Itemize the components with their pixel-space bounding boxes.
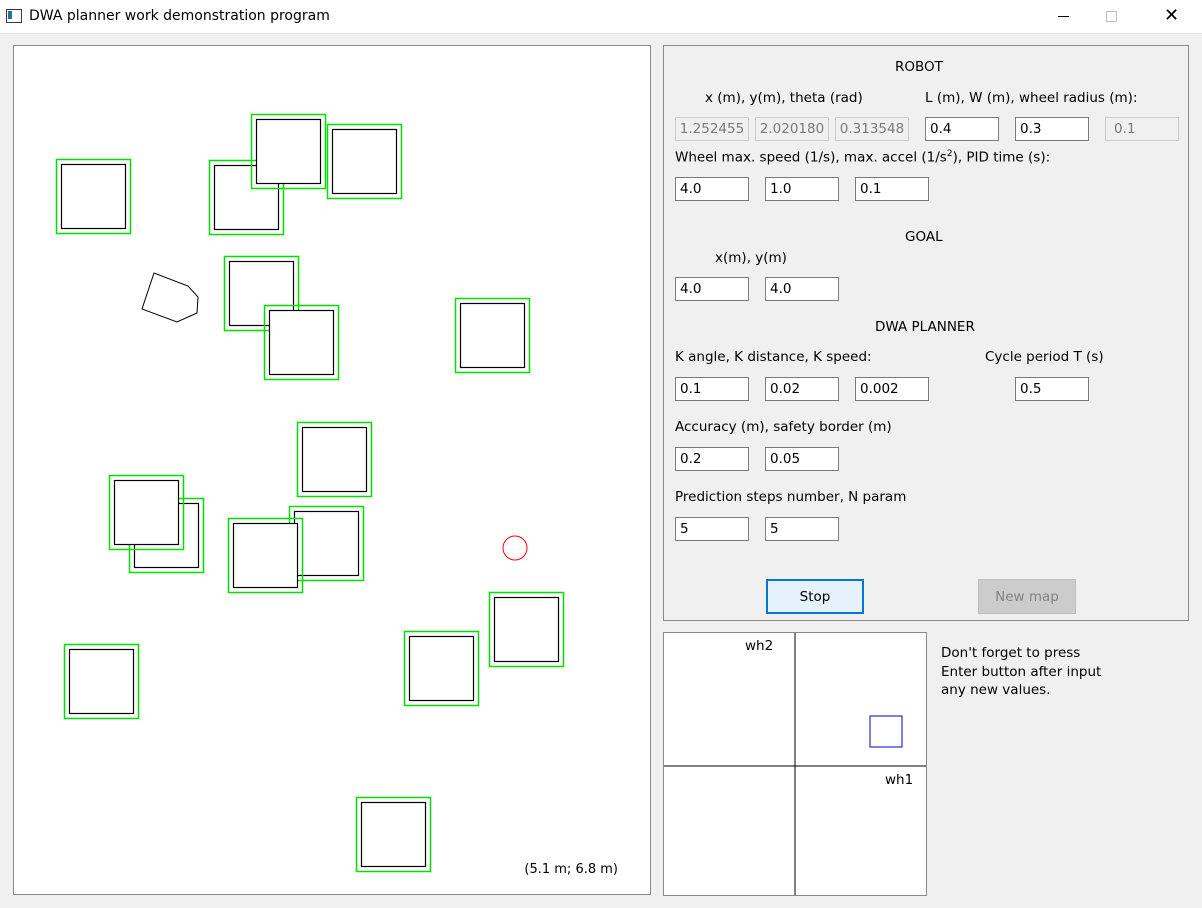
obstacle bbox=[60, 163, 127, 230]
map-size-label: (5.1 m; 6.8 m) bbox=[524, 862, 618, 877]
obstacle bbox=[331, 128, 398, 195]
goal-header: GOAL bbox=[905, 229, 943, 245]
hint-line: Enter button after input bbox=[941, 663, 1102, 680]
hint-line: any new values. bbox=[941, 682, 1051, 698]
max-speed-field[interactable] bbox=[675, 177, 749, 201]
robot-outline bbox=[141, 272, 199, 323]
max-accel-field[interactable] bbox=[765, 177, 839, 201]
hint-line: Don't forget to press bbox=[941, 645, 1081, 661]
maximize-button[interactable] bbox=[1088, 0, 1134, 33]
robot-pose-label: x (m), y(m), theta (rad) bbox=[705, 90, 863, 106]
minimize-button[interactable] bbox=[1040, 0, 1086, 33]
obstacle bbox=[408, 635, 475, 702]
obstacle bbox=[68, 648, 135, 715]
settings-panel: ROBOT x (m), y(m), theta (rad) L (m), W … bbox=[663, 45, 1189, 621]
window-title: DWA planner work demonstration program bbox=[29, 8, 330, 24]
new-map-button[interactable]: New map bbox=[978, 579, 1076, 614]
k-distance-field[interactable] bbox=[765, 377, 839, 401]
robot-theta-field bbox=[835, 117, 909, 141]
k-speed-field[interactable] bbox=[855, 377, 929, 401]
n-param-field[interactable] bbox=[765, 517, 839, 541]
robot-dims-label: L (m), W (m), wheel radius (m): bbox=[925, 90, 1138, 106]
obstacle bbox=[493, 596, 560, 663]
obstacle bbox=[268, 309, 335, 376]
close-icon: ✕ bbox=[1164, 5, 1180, 26]
accuracy-label: Accuracy (m), safety border (m) bbox=[675, 419, 892, 435]
wheel-speed-indicator bbox=[869, 715, 903, 748]
close-button[interactable]: ✕ bbox=[1148, 0, 1194, 33]
robot-x-field bbox=[675, 117, 749, 141]
obstacle bbox=[232, 522, 299, 589]
wheel-limits-label: Wheel max. speed (1/s), max. accel (1/s2… bbox=[675, 149, 1051, 166]
title-bar[interactable]: DWA planner work demonstration program ✕ bbox=[0, 0, 1202, 34]
obstacle bbox=[255, 118, 322, 185]
planner-header: DWA PLANNER bbox=[875, 319, 975, 335]
goal-marker bbox=[502, 535, 528, 561]
obstacle bbox=[293, 510, 360, 577]
pid-time-field[interactable] bbox=[855, 177, 929, 201]
minimize-icon bbox=[1058, 16, 1069, 17]
obstacle bbox=[360, 801, 427, 868]
app-icon bbox=[6, 9, 22, 23]
k-angle-field[interactable] bbox=[675, 377, 749, 401]
map-canvas[interactable] bbox=[14, 46, 650, 894]
prediction-steps-field[interactable] bbox=[675, 517, 749, 541]
goal-x-field[interactable] bbox=[675, 277, 749, 301]
cycle-period-field[interactable] bbox=[1015, 377, 1089, 401]
hint-text: Don't forget to press Enter button after… bbox=[941, 644, 1141, 700]
maximize-icon bbox=[1106, 11, 1117, 22]
stop-button[interactable]: Stop bbox=[766, 579, 864, 614]
obstacle bbox=[301, 426, 368, 493]
goal-label: x(m), y(m) bbox=[715, 250, 787, 266]
wh2-label: wh2 bbox=[745, 638, 774, 654]
prediction-label: Prediction steps number, N param bbox=[675, 489, 907, 505]
k-coefficients-label: K angle, K distance, K speed: bbox=[675, 349, 872, 365]
robot-y-field bbox=[755, 117, 829, 141]
robot-length-field[interactable] bbox=[925, 117, 999, 141]
robot-width-field[interactable] bbox=[1015, 117, 1089, 141]
safety-border-field[interactable] bbox=[765, 447, 839, 471]
wheel-radius-field bbox=[1105, 117, 1179, 141]
goal-y-field[interactable] bbox=[765, 277, 839, 301]
wheel-speed-canvas bbox=[664, 633, 926, 895]
obstacle bbox=[113, 479, 180, 546]
wheel-speed-plot: wh2 wh1 bbox=[663, 632, 927, 896]
robot-header: ROBOT bbox=[895, 59, 943, 75]
obstacle bbox=[459, 302, 526, 369]
map-view[interactable]: (5.1 m; 6.8 m) bbox=[13, 45, 651, 895]
wh1-label: wh1 bbox=[885, 772, 914, 788]
cycle-period-label: Cycle period T (s) bbox=[985, 349, 1104, 365]
accuracy-field[interactable] bbox=[675, 447, 749, 471]
